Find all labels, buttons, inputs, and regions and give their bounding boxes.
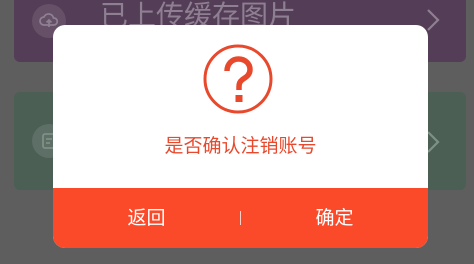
dialog-actions: 返回 确定 (53, 188, 428, 248)
question-circle-icon (203, 44, 273, 114)
chevron-right-icon (427, 9, 440, 31)
back-button[interactable]: 返回 (53, 188, 240, 248)
confirm-button[interactable]: 确定 (241, 188, 428, 248)
chevron-right-icon (427, 131, 440, 153)
dialog-message: 是否确认注销账号 (164, 135, 317, 157)
confirm-dialog: 是否确认注销账号 返回 确定 (53, 25, 428, 248)
